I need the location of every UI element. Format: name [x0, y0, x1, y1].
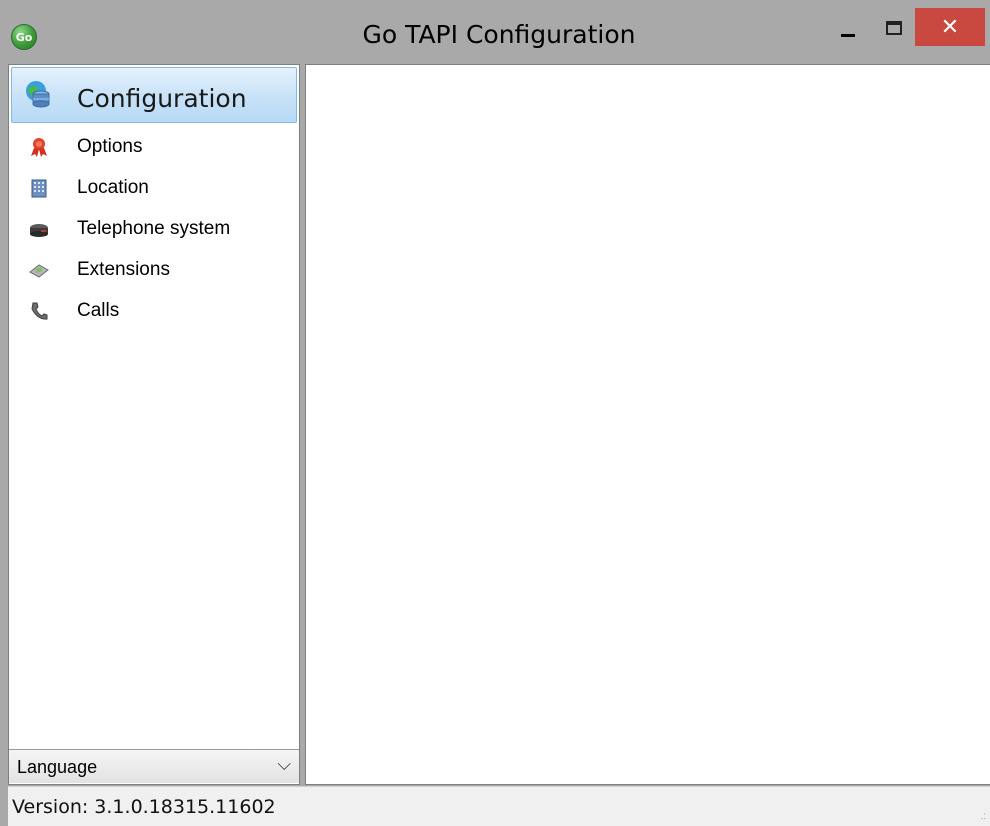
- title-bar[interactable]: Go Go TAPI Configuration ✕: [8, 8, 990, 64]
- resize-grip-icon[interactable]: .:: [980, 811, 986, 822]
- sidebar-item-calls[interactable]: Calls: [9, 291, 299, 332]
- language-select-value: Language: [17, 757, 98, 777]
- building-icon: [31, 179, 47, 198]
- nav-list: Options Location Telephone system Extens…: [9, 127, 299, 332]
- handset-icon: [31, 302, 48, 320]
- main-content-panel: [305, 64, 990, 785]
- close-button[interactable]: ✕: [915, 8, 985, 46]
- minimize-icon: [841, 33, 855, 37]
- sidebar-item-telephone-system[interactable]: Telephone system: [9, 209, 299, 250]
- maximize-button[interactable]: [873, 8, 915, 48]
- sidebar: Configuration Options Location Telephone…: [8, 64, 300, 785]
- sidebar-header-configuration[interactable]: Configuration: [11, 67, 297, 123]
- sidebar-item-label: Telephone system: [77, 218, 231, 239]
- sidebar-header-label: Configuration: [77, 84, 247, 113]
- sidebar-item-options[interactable]: Options: [9, 127, 299, 168]
- phone-extension-icon: [29, 264, 49, 278]
- sidebar-item-label: Calls: [77, 300, 120, 321]
- application-window: Go Go TAPI Configuration ✕ Configuration…: [0, 0, 990, 826]
- chevron-down-icon: ⌵: [277, 754, 291, 774]
- status-bar: Version: 3.1.0.18315.11602 .:: [8, 786, 990, 826]
- sidebar-item-label: Options: [77, 136, 143, 157]
- sidebar-item-label: Location: [77, 177, 149, 198]
- sidebar-item-location[interactable]: Location: [9, 168, 299, 209]
- version-label: Version: 3.1.0.18315.11602: [12, 796, 276, 818]
- sidebar-item-extensions[interactable]: Extensions: [9, 250, 299, 291]
- phone-system-icon: [30, 224, 48, 237]
- database-globe-icon: [26, 81, 50, 108]
- minimize-button[interactable]: [823, 8, 873, 48]
- language-select[interactable]: Language ⌵: [9, 749, 299, 783]
- maximize-icon: [886, 21, 902, 35]
- close-icon: ✕: [940, 14, 960, 40]
- sidebar-item-label: Extensions: [77, 259, 170, 280]
- client-area: Configuration Options Location Telephone…: [8, 64, 990, 826]
- ribbon-award-icon: [31, 138, 47, 157]
